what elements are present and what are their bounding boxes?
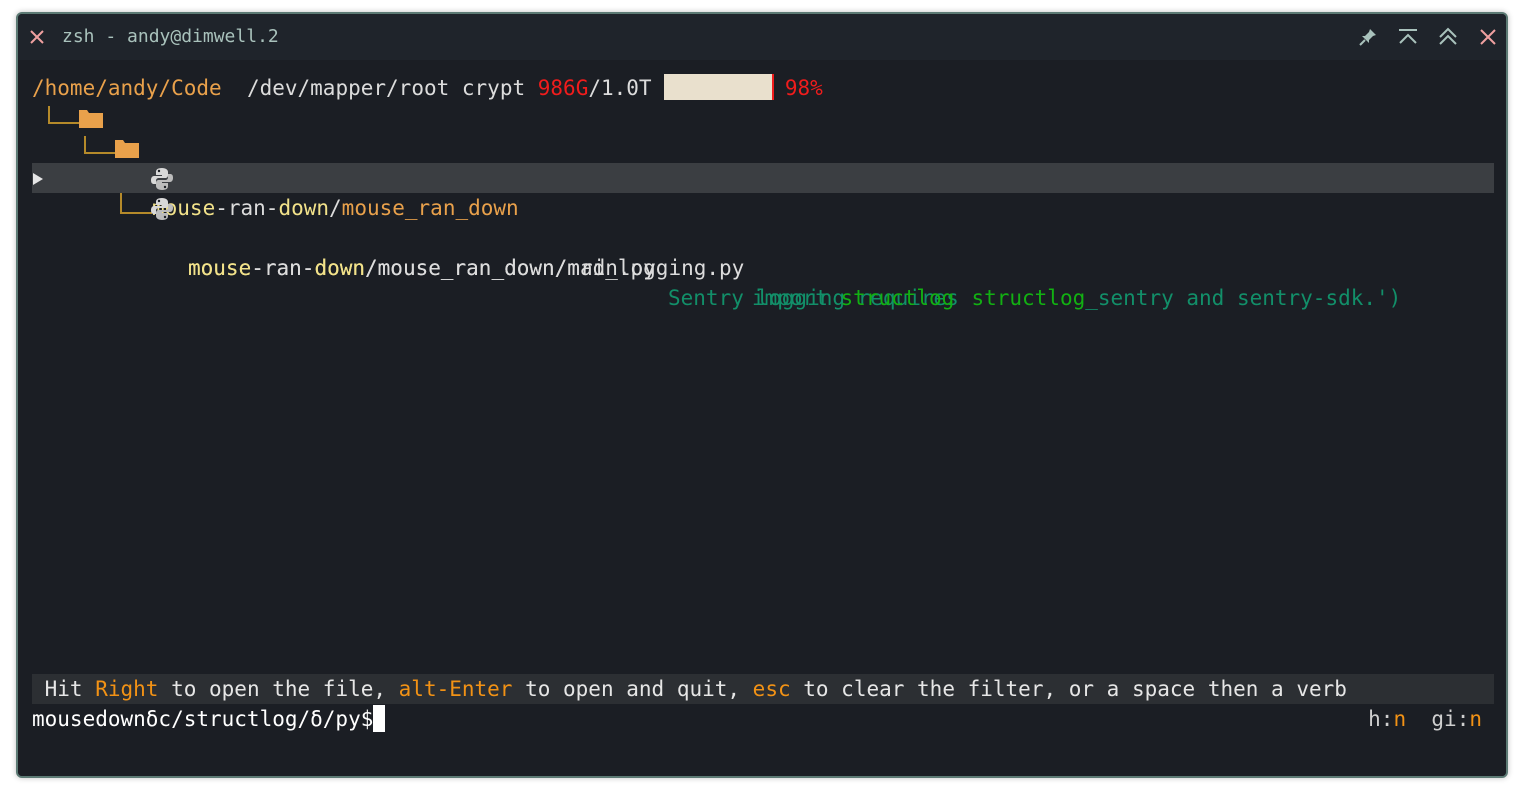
key-hint: esc: [752, 677, 791, 701]
usage-bar: [664, 74, 773, 100]
folder-icon: [115, 140, 139, 158]
close-icon[interactable]: [1476, 25, 1500, 49]
usage-percent: 98%: [784, 76, 823, 100]
title-bar[interactable]: zsh - andy@dimwell.2: [18, 14, 1506, 60]
tree-branch: [48, 106, 80, 124]
python-icon: [151, 198, 173, 220]
total-space: 1.0T: [601, 76, 652, 100]
file-name: mouse-ran-down/mouse_ran_down/mrd_loggin…: [188, 256, 745, 280]
tree-item-file-selected[interactable]: mouse-ran-down/mouse_ran_down/main.py Se…: [32, 163, 1494, 310]
text-cursor: [373, 704, 386, 732]
content-match: import structlog: [752, 286, 955, 310]
selection-arrow-icon: [33, 173, 43, 185]
keep-above-icon[interactable]: [1396, 25, 1420, 49]
folder-icon: [79, 110, 103, 128]
filter-input[interactable]: mousedownδc/structlog/δ/py$ h:n gi:n: [32, 704, 1482, 734]
pin-icon[interactable]: [1356, 25, 1380, 49]
tree-item-file[interactable]: mouse-ran-down/mouse_ran_down/mrd_loggin…: [32, 193, 1494, 310]
terminal-window: zsh - andy@dimwell.2 /home/andy/Code /de…: [16, 12, 1508, 778]
python-icon: [151, 168, 173, 190]
tree-item-folder[interactable]: mouse-ran-down/mouse_ran_down: [114, 133, 1494, 220]
mode-flags: h:n gi:n: [1368, 707, 1482, 731]
current-path: /home/andy/Code: [32, 76, 222, 100]
used-space: 986G: [537, 76, 589, 100]
tree-item-folder[interactable]: mouse-ran-down: [78, 103, 1494, 190]
key-hint: Right: [95, 677, 159, 701]
close-icon[interactable]: [26, 26, 48, 48]
key-hint: alt-Enter: [398, 677, 513, 701]
maximize-icon[interactable]: [1436, 25, 1460, 49]
filter-text: mousedownδc/structlog/δ/py$: [32, 707, 374, 731]
terminal-content[interactable]: /home/andy/Code /dev/mapper/root crypt 9…: [18, 60, 1506, 776]
window-title: zsh - andy@dimwell.2: [62, 26, 279, 47]
status-hint: Hit Right to open the file, alt-Enter to…: [32, 674, 1494, 704]
device-name: /dev/mapper/root crypt: [246, 76, 526, 100]
disk-usage-line: /home/andy/Code /dev/mapper/root crypt 9…: [32, 74, 823, 100]
